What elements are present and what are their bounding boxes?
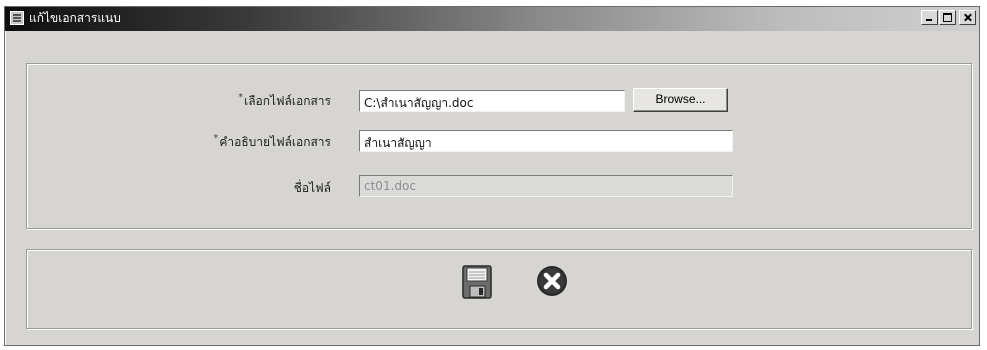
maximize-icon[interactable] bbox=[939, 10, 956, 25]
required-mark: * bbox=[213, 133, 219, 144]
required-mark: * bbox=[238, 92, 244, 103]
cancel-x-icon[interactable] bbox=[536, 265, 568, 297]
close-icon[interactable] bbox=[959, 10, 976, 25]
file-name-label: ชื่อไฟล์ bbox=[293, 181, 331, 195]
save-disk-icon[interactable] bbox=[462, 265, 492, 299]
description-label-text: คำอธิบายไฟล์เอกสาร bbox=[219, 135, 331, 149]
description-label: *คำอธิบายไฟล์เอกสาร bbox=[131, 133, 331, 152]
window-title: แก้ไขเอกสารแนบ bbox=[29, 11, 121, 25]
dialog-window: แก้ไขเอกสารแนบ *เลือกไฟล์เอกสาร C:\สำเนา… bbox=[4, 6, 980, 346]
form-group: *เลือกไฟล์เอกสาร C:\สำเนาสัญญา.doc Brows… bbox=[26, 63, 972, 229]
minimize-icon[interactable] bbox=[921, 10, 938, 25]
title-bar: แก้ไขเอกสารแนบ bbox=[5, 7, 979, 31]
file-select-label-text: เลือกไฟล์เอกสาร bbox=[244, 94, 331, 108]
browse-button[interactable]: Browse... bbox=[633, 88, 728, 112]
file-select-label: *เลือกไฟล์เอกสาร bbox=[131, 92, 331, 111]
description-input[interactable]: สำเนาสัญญา bbox=[359, 130, 733, 152]
form-icon bbox=[10, 11, 24, 25]
file-path-input[interactable]: C:\สำเนาสัญญา.doc bbox=[359, 90, 625, 112]
action-group bbox=[26, 249, 972, 329]
window-controls bbox=[921, 10, 976, 25]
file-name-field: ct01.doc bbox=[359, 175, 733, 197]
